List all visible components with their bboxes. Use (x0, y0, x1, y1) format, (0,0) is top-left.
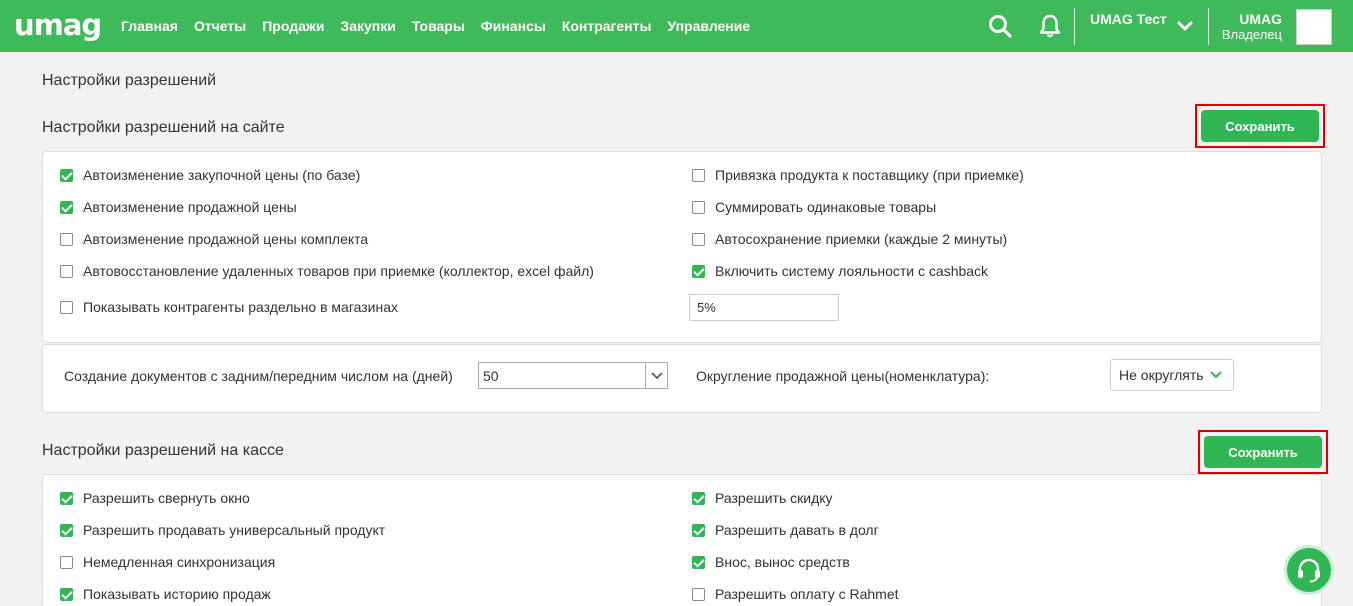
checkbox[interactable] (692, 555, 705, 569)
nav-item-main[interactable]: Главная (121, 18, 178, 34)
nav-item-management[interactable]: Управление (667, 18, 750, 34)
save-pos-button[interactable]: Сохранить (1204, 436, 1322, 468)
headset-icon (1298, 558, 1320, 583)
top-navigation-bar: umag Главная Отчеты Продажи Закупки Това… (0, 0, 1353, 52)
site-setting-row[interactable]: Суммировать одинаковые товары (692, 199, 936, 215)
checkbox[interactable] (692, 232, 705, 246)
setting-label: Привязка продукта к поставщику (при прие… (715, 167, 1024, 183)
checkbox[interactable] (60, 491, 73, 505)
main-nav: Главная Отчеты Продажи Закупки Товары Фи… (113, 0, 758, 52)
umag-logo[interactable]: umag (14, 8, 102, 42)
setting-label: Автовосстановление удаленных товаров при… (83, 263, 594, 279)
header-divider (1208, 8, 1209, 45)
logo-text: umag (14, 8, 102, 42)
pos-setting-row[interactable]: Показывать историю продаж (60, 586, 271, 602)
checkbox[interactable] (60, 232, 73, 246)
chevron-down-icon (650, 371, 663, 379)
pos-setting-row[interactable]: Разрешить продавать универсальный продук… (60, 522, 385, 538)
company-name[interactable]: UMAG Тест (1090, 11, 1167, 27)
rounding-value: Не округлять (1119, 367, 1204, 383)
support-chat-button[interactable] (1284, 545, 1334, 595)
rounding-label: Округление продажной цены(номенклатура): (696, 368, 990, 384)
checkbox[interactable] (692, 264, 705, 278)
checkbox[interactable] (692, 168, 705, 182)
pos-section-title: Настройки разрешений на кассе (42, 442, 284, 459)
days-dropdown-button[interactable] (645, 362, 668, 389)
checkbox[interactable] (692, 491, 705, 505)
nav-item-products[interactable]: Товары (412, 18, 465, 34)
site-setting-row[interactable]: Автосохранение приемки (каждые 2 минуты) (692, 231, 1007, 247)
checkbox[interactable] (60, 300, 73, 314)
checkbox[interactable] (60, 168, 73, 182)
setting-label: Включить систему лояльности с cashback (715, 263, 989, 279)
pos-setting-row[interactable]: Разрешить скидку (692, 490, 833, 506)
site-setting-row[interactable]: Включить систему лояльности с cashback (692, 263, 988, 279)
page-title: Настройки разрешений (42, 72, 217, 89)
chevron-down-icon (1209, 371, 1222, 379)
days-input[interactable] (478, 362, 646, 389)
checkbox[interactable] (60, 555, 73, 569)
setting-label: Автоизменение закупочной цены (по базе) (83, 167, 361, 183)
site-setting-row[interactable]: Привязка продукта к поставщику (при прие… (692, 167, 1024, 183)
nav-item-purchases[interactable]: Закупки (340, 18, 395, 34)
nav-item-contractors[interactable]: Контрагенты (562, 18, 652, 34)
setting-label: Разрешить давать в долг (715, 522, 879, 538)
checkbox[interactable] (692, 587, 705, 601)
setting-label: Разрешить свернуть окно (83, 490, 250, 506)
checkbox[interactable] (692, 523, 705, 537)
save-highlight: Сохранить (1198, 430, 1328, 474)
site-section-title: Настройки разрешений на сайте (42, 119, 285, 136)
chevron-down-icon[interactable] (1176, 17, 1194, 35)
avatar[interactable] (1296, 9, 1332, 45)
bell-icon[interactable] (1037, 13, 1063, 39)
pos-setting-row[interactable]: Разрешить оплату с Rahmet (692, 586, 899, 602)
header-divider (1074, 8, 1075, 45)
checkbox[interactable] (692, 200, 705, 214)
setting-label: Внос, вынос средств (715, 554, 850, 570)
nav-item-sales[interactable]: Продажи (262, 18, 324, 34)
rounding-select[interactable]: Не округлять (1110, 359, 1234, 391)
setting-label: Немедленная синхронизация (83, 554, 276, 570)
user-name[interactable]: UMAG (1224, 11, 1282, 27)
setting-label: Суммировать одинаковые товары (715, 199, 937, 215)
setting-label: Автоизменение продажной цены (83, 199, 297, 215)
cashback-percent-input[interactable] (689, 294, 839, 321)
setting-label: Показывать контрагенты раздельно в магаз… (83, 299, 399, 315)
save-highlight: Сохранить (1195, 104, 1325, 148)
site-setting-row[interactable]: Автоизменение продажной цены (60, 199, 297, 215)
setting-label: Разрешить продавать универсальный продук… (83, 522, 386, 538)
pos-setting-row[interactable]: Внос, вынос средств (692, 554, 850, 570)
pos-setting-row[interactable]: Разрешить свернуть окно (60, 490, 250, 506)
site-setting-row[interactable]: Показывать контрагенты раздельно в магаз… (60, 299, 398, 315)
pos-setting-row[interactable]: Разрешить давать в долг (692, 522, 879, 538)
setting-label: Показывать историю продаж (83, 586, 271, 602)
setting-label: Разрешить оплату с Rahmet (715, 586, 899, 602)
site-setting-row[interactable]: Автоизменение продажной цены комплекта (60, 231, 368, 247)
search-icon[interactable] (987, 13, 1013, 39)
setting-label: Автоизменение продажной цены комплекта (83, 231, 369, 247)
nav-item-finance[interactable]: Финансы (481, 18, 546, 34)
checkbox[interactable] (60, 264, 73, 278)
checkbox[interactable] (60, 200, 73, 214)
site-setting-row[interactable]: Автовосстановление удаленных товаров при… (60, 263, 594, 279)
user-role: Владелец (1221, 27, 1282, 42)
setting-label: Разрешить скидку (715, 490, 833, 506)
save-site-button[interactable]: Сохранить (1201, 110, 1319, 142)
checkbox[interactable] (60, 523, 73, 537)
site-setting-row[interactable]: Автоизменение закупочной цены (по базе) (60, 167, 360, 183)
setting-label: Автосохранение приемки (каждые 2 минуты) (715, 231, 1008, 247)
pos-setting-row[interactable]: Немедленная синхронизация (60, 554, 275, 570)
days-label: Создание документов с задним/передним чи… (64, 368, 453, 384)
checkbox[interactable] (60, 587, 73, 601)
nav-item-reports[interactable]: Отчеты (194, 18, 246, 34)
